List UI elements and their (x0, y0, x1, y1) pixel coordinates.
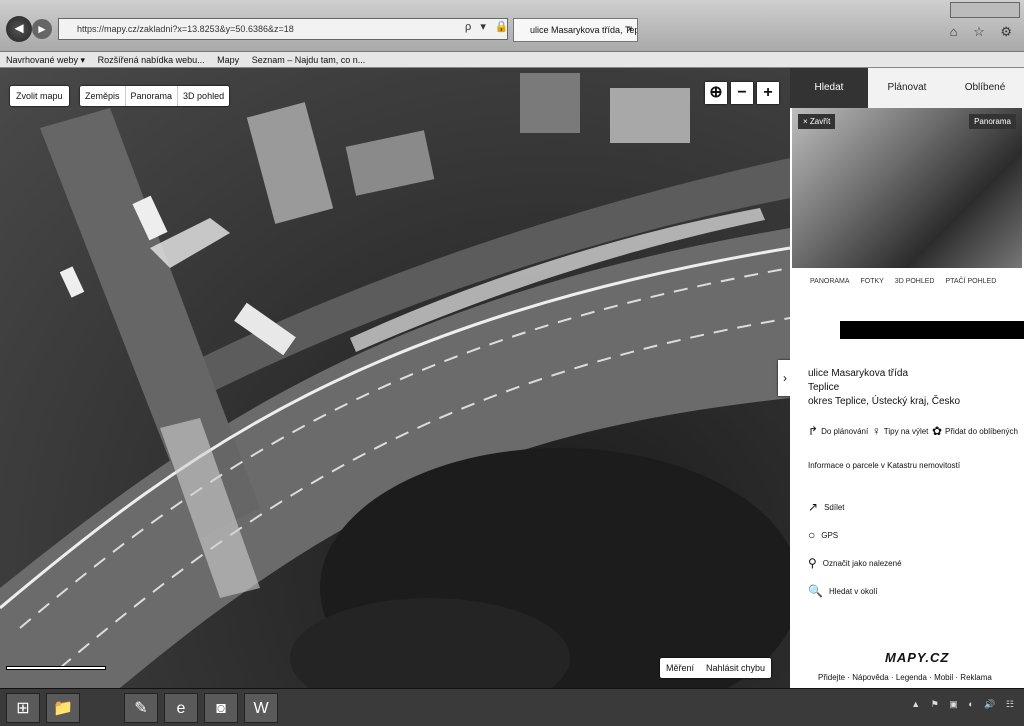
forward-button[interactable]: ► (32, 19, 52, 39)
taskbar-explorer-icon[interactable]: 📁 (46, 693, 80, 723)
windows-taskbar: ⊞ 📁 ✎ e ◙ W ▲ ⚑ ▣ ◐ 🔊 ☷ (0, 688, 1024, 726)
share-row[interactable]: ↗ Sdílet (808, 500, 845, 514)
window-controls[interactable] (950, 2, 1020, 18)
system-tray[interactable]: ▲ ⚑ ▣ ◐ 🔊 ☷ (911, 699, 1018, 710)
row-label: Označit jako nalezené (822, 558, 902, 568)
locate-icon[interactable]: ⊕ (705, 82, 727, 104)
trip-tips-action[interactable]: ♀ Tipy na výlet (872, 424, 929, 438)
zoom-controls: ⊕ − + (705, 82, 779, 104)
favorite-icon: ✿ (931, 424, 943, 438)
building-roof (246, 102, 334, 224)
view-switch: Zeměpis Panorama 3D pohled (80, 86, 230, 106)
photo-tab-birdseye[interactable]: PTAČÍ POHLED (945, 278, 996, 285)
gps-row[interactable]: ○ GPS (808, 528, 838, 542)
bookmark-item[interactable]: Navrhované weby ▾ (6, 55, 85, 65)
action-label: Do plánování (821, 426, 869, 436)
panel-tabs: Hledat Plánovat Oblíbené (790, 68, 1024, 108)
action-label: Přidat do oblíbených (945, 426, 1018, 436)
panel-footer-links[interactable]: Přidejte · Nápověda · Legenda · Mobil · … (818, 673, 992, 682)
place-title: ulice Masarykova třída (808, 368, 909, 379)
taskbar-ie-icon[interactable]: e (164, 693, 198, 723)
tab-title: ulice Masarykova třída, Tep... (530, 25, 638, 35)
mark-found-row[interactable]: ⚲ Označit jako nalezené (808, 556, 902, 570)
choose-map-button[interactable]: Zvolit mapu (10, 86, 69, 106)
search-nearby-row[interactable]: 🔍 Hledat v okolí (808, 584, 877, 598)
view-3d-button[interactable]: 3D pohled (178, 86, 229, 106)
bookmark-item[interactable]: Mapy (217, 55, 239, 65)
back-button[interactable]: ◄ (6, 16, 32, 42)
place-photo[interactable]: × Zavřít Panorama (792, 108, 1022, 268)
row-label: GPS (821, 530, 839, 540)
zoom-out-button[interactable]: − (731, 82, 753, 104)
plan-route-action[interactable]: ↱ Do plánování (808, 424, 868, 438)
route-icon: ↱ (808, 424, 819, 438)
panel-toggle-button[interactable]: › (778, 360, 790, 396)
mapy-logo: MAPY.CZ (885, 650, 950, 665)
cross-street (40, 108, 260, 538)
measure-button[interactable]: Měření (660, 658, 700, 678)
search-icon: 🔍 (808, 584, 823, 598)
action-label: Tipy na výlet (883, 426, 929, 436)
gps-icon: ○ (808, 528, 816, 542)
vehicle (59, 266, 85, 298)
building-roof (345, 130, 435, 196)
taskbar-word-icon[interactable]: W (244, 693, 278, 723)
photo-tabs: PANORAMA FOTKY 3D POHLED PTAČÍ POHLED (810, 278, 1005, 285)
panorama-button[interactable]: Panorama (969, 114, 1016, 129)
person-icon: ♀ (871, 424, 881, 438)
start-button[interactable]: ⊞ (6, 693, 40, 723)
bookmarks-bar: Navrhované weby ▾ Rozšířená nabídka webu… (0, 52, 1024, 68)
cadastre-link[interactable]: Informace o parcele v Katastru nemovitos… (808, 461, 960, 470)
zoom-in-button[interactable]: + (757, 82, 779, 104)
photo-tab-photos[interactable]: FOTKY (861, 278, 884, 285)
bookmark-item[interactable]: Rozšířená nabídka webu... (98, 55, 205, 65)
view-panorama-button[interactable]: Panorama (126, 86, 179, 106)
browser-toolbar-icons[interactable]: ⌂ ☆ ⚙ (950, 24, 1018, 40)
browser-tab[interactable]: ulice Masarykova třída, Tep... × (513, 18, 638, 42)
pin-icon: ⚲ (808, 556, 817, 570)
close-tab-icon[interactable]: × (627, 19, 633, 41)
building-roof (520, 73, 580, 133)
photo-tab-3d[interactable]: 3D POHLED (895, 278, 935, 285)
taskbar-app-icon[interactable]: ◙ (204, 693, 238, 723)
redacted-block (840, 321, 1024, 339)
add-favorite-action[interactable]: ✿ Přidat do oblíbených (932, 424, 1018, 438)
map-tools: Měření Nahlásit chybu (660, 658, 772, 678)
map-canvas[interactable]: Zvolit mapu Zeměpis Panorama 3D pohled ⊕… (0, 68, 790, 688)
tab-favorites[interactable]: Oblíbené (946, 68, 1024, 108)
building-roof (610, 88, 690, 143)
tab-search[interactable]: Hledat (790, 68, 868, 108)
place-city: Teplice (808, 382, 840, 393)
report-error-button[interactable]: Nahlásit chybu (700, 658, 771, 678)
row-label: Hledat v okolí (828, 586, 878, 596)
browser-title-bar: ◄ ► https://mapy.cz/zakladni?x=13.8253&y… (0, 0, 1024, 52)
place-region: okres Teplice, Ústecký kraj, Česko (808, 396, 961, 407)
scale-bar (6, 666, 106, 670)
side-panel: Hledat Plánovat Oblíbené × Zavřít Panora… (790, 68, 1024, 688)
photo-tab-panorama[interactable]: PANORAMA (810, 278, 850, 285)
bookmark-item[interactable]: Seznam – Najdu tam, co n... (252, 55, 366, 65)
address-bar[interactable]: https://mapy.cz/zakladni?x=13.8253&y=50.… (58, 18, 508, 40)
close-button[interactable]: × Zavřít (798, 114, 836, 129)
view-geography-button[interactable]: Zeměpis (80, 86, 126, 106)
taskbar-app-icon[interactable]: ✎ (124, 693, 158, 723)
place-actions: ↱ Do plánování ♀ Tipy na výlet ✿ Přidat do … (808, 424, 1018, 438)
row-label: Sdílet (824, 502, 845, 512)
tab-plan[interactable]: Plánovat (868, 68, 946, 108)
share-icon: ↗ (808, 500, 819, 514)
aerial-photo (0, 73, 790, 688)
